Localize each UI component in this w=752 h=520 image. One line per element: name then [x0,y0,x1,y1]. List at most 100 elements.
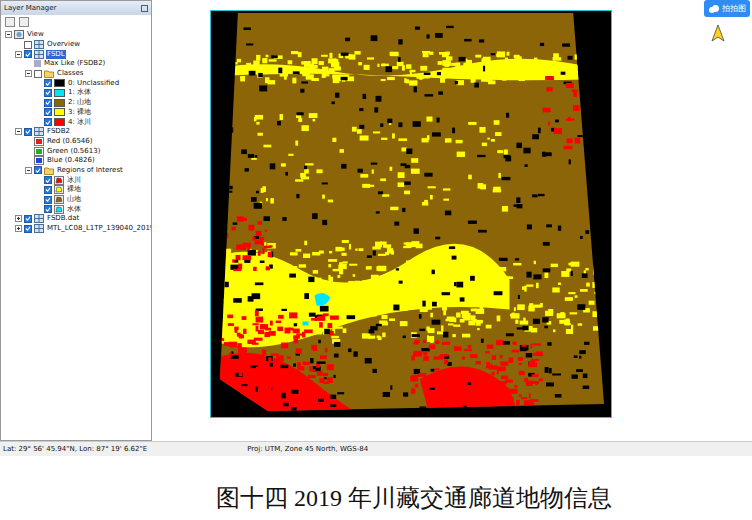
folder-icon [44,69,54,78]
roi-icon [54,195,64,204]
checkbox[interactable] [44,89,52,97]
tree-item[interactable]: Classes [1,69,151,79]
class-color-icon [54,99,65,107]
toolbar [1,15,151,29]
tree-label: 3: 裸地 [67,108,92,117]
tree-label: 水体 [66,205,82,214]
checkbox[interactable] [44,108,52,116]
tree-item[interactable]: View [1,30,151,40]
layer-icon [34,40,44,49]
tree-item[interactable]: Regions of Interest [1,166,151,176]
tree-label: Classes [56,69,84,78]
classification-map[interactable] [210,10,612,418]
tree-label: Regions of Interest [56,166,124,175]
tree-label: FSDL [46,50,66,59]
tree-label: Overview [46,40,81,49]
tree-item[interactable]: 1: 水体 [1,88,151,98]
tree-label: 山地 [66,195,82,204]
tree-label: 0: Unclassified [67,79,120,88]
panel-header: Layer Manager [1,1,151,15]
toggle-icon[interactable] [15,225,22,232]
tree-label: FSDB.dat [46,214,80,223]
tree-item[interactable]: Blue (0.4826) [1,156,151,166]
panel-title: Layer Manager [4,4,56,12]
view-icon [14,30,24,39]
tree-label: MTL_LC08_L1TP_139040_201902 [46,224,152,233]
checkbox[interactable] [24,215,32,223]
expand-button[interactable] [5,17,15,27]
tree-item[interactable]: FSDB.dat [1,214,151,224]
layer-icon [34,50,44,59]
checkbox[interactable] [24,225,32,233]
class-color-icon [54,118,65,126]
folder-icon [44,166,54,175]
tree-item[interactable]: Overview [1,40,151,50]
roi-icon [54,205,64,214]
cloud-icon [708,4,720,14]
page: Layer Manager View Overview FSDL Max Lik… [0,0,752,520]
pin-icon[interactable] [141,5,148,12]
tree-item[interactable]: Max Like (FSDB2) [1,59,151,69]
toggle-icon[interactable] [15,51,22,58]
tree-label: View [26,30,45,39]
image-view[interactable]: 拍拍图 [152,0,752,441]
toggle-icon[interactable] [25,167,32,174]
tree-label: 裸地 [66,185,82,194]
workspace: Layer Manager View Overview FSDL Max Lik… [0,0,752,441]
toggle-icon[interactable] [5,31,12,38]
tree-label: Red (0.6546) [46,137,93,146]
checkbox[interactable] [44,205,52,213]
layer-icon [34,224,44,233]
tree-label: 冰川 [66,176,82,185]
status-bar: Lat: 29° 56' 45.94"N, Lon: 87° 19' 6.62"… [0,441,752,456]
layer-tree: View Overview FSDL Max Like (FSDB2) Clas… [1,29,151,233]
checkbox[interactable] [24,50,32,58]
checkbox[interactable] [44,79,52,87]
tree-item[interactable]: Green (0.5613) [1,146,151,156]
tree-item[interactable]: FSDB2 [1,127,151,137]
screenshot-badge[interactable]: 拍拍图 [704,0,750,17]
tree-item[interactable]: 3: 裸地 [1,108,151,118]
tree-item[interactable]: 0: Unclassified [1,78,151,88]
checkbox[interactable] [44,196,52,204]
band-icon [34,156,44,165]
class-color-icon [54,108,65,116]
figure-caption: 图十四 2019 年川藏交通廊道地物信息 [0,456,752,514]
tree-item[interactable]: 2: 山地 [1,98,151,108]
layer-icon [34,127,44,136]
checkbox[interactable] [44,186,52,194]
toggle-icon[interactable] [15,128,22,135]
tree-item[interactable]: 山地 [1,195,151,205]
checkbox[interactable] [44,99,52,107]
tree-label: Max Like (FSDB2) [43,59,106,68]
tree-label: 4: 冰川 [67,118,92,127]
coordinates: Lat: 29° 56' 45.94"N, Lon: 87° 19' 6.62"… [3,445,147,453]
tree-item[interactable]: 水体 [1,204,151,214]
checkbox[interactable] [44,118,52,126]
checkbox[interactable] [24,128,32,136]
class-color-icon [54,89,65,97]
cursor-icon [711,24,725,42]
tree-item[interactable]: Red (0.6546) [1,137,151,147]
roi-icon [54,185,64,194]
tree-item[interactable]: 冰川 [1,175,151,185]
toggle-icon[interactable] [15,215,22,222]
tree-item[interactable]: MTL_LC08_L1TP_139040_201902 [1,224,151,234]
tree-label: 2: 山地 [67,98,92,107]
tree-label: FSDB2 [46,127,71,136]
tree-label: Green (0.5613) [46,147,101,156]
layer-manager: Layer Manager View Overview FSDL Max Lik… [0,0,152,441]
info-icon [34,60,41,67]
projection: Proj: UTM, Zone 45 North, WGS-84 [247,445,368,453]
checkbox[interactable] [44,176,52,184]
checkbox[interactable] [24,41,32,49]
tree-item[interactable]: 裸地 [1,185,151,195]
checkbox[interactable] [34,70,42,78]
tree-item[interactable]: 4: 冰川 [1,117,151,127]
collapse-button[interactable] [19,17,29,27]
band-icon [34,137,44,146]
checkbox[interactable] [34,166,42,174]
tree-item[interactable]: FSDL [1,49,151,59]
toggle-icon[interactable] [25,70,32,77]
badge-label: 拍拍图 [722,3,746,14]
